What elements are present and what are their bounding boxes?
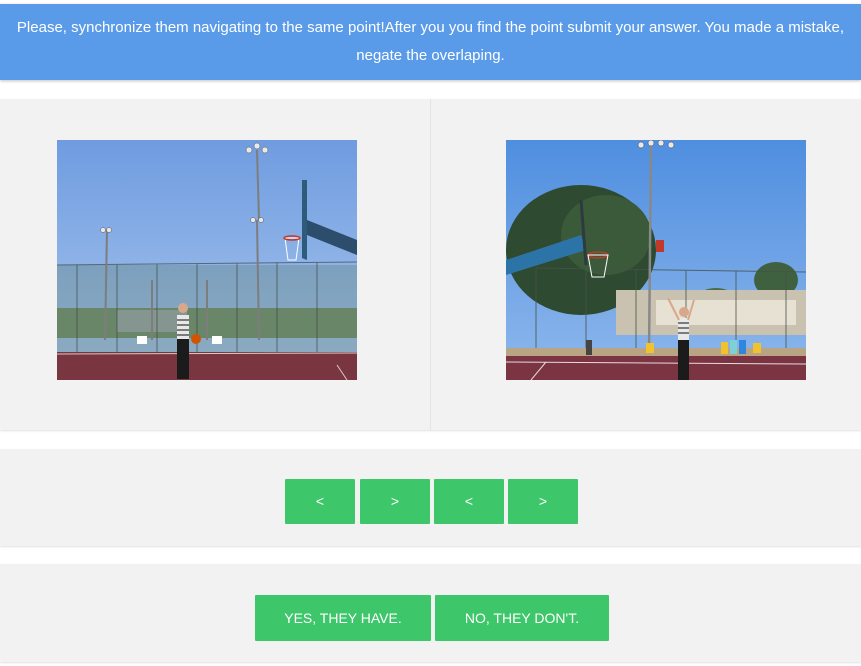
panel-divider <box>430 99 431 430</box>
no-button[interactable]: NO, THEY DON'T. <box>435 595 609 641</box>
video-panel <box>0 99 861 430</box>
answer-panel: YES, THEY HAVE. NO, THEY DON'T. <box>0 564 861 662</box>
yes-button[interactable]: YES, THEY HAVE. <box>255 595 431 641</box>
instruction-text-line1: Please, synchronize them navigating to t… <box>16 19 845 36</box>
left-video-back-button[interactable]: < <box>285 479 355 524</box>
right-video-back-button[interactable]: < <box>434 479 504 524</box>
right-video-frame <box>506 140 806 380</box>
instruction-text-line2: negate the overlaping. <box>356 47 505 64</box>
left-video-frame <box>57 140 357 380</box>
instruction-banner: Please, synchronize them navigating to t… <box>0 4 861 80</box>
navigation-panel: < > < > <box>0 449 861 546</box>
left-video-forward-button[interactable]: > <box>360 479 430 524</box>
right-video-forward-button[interactable]: > <box>508 479 578 524</box>
